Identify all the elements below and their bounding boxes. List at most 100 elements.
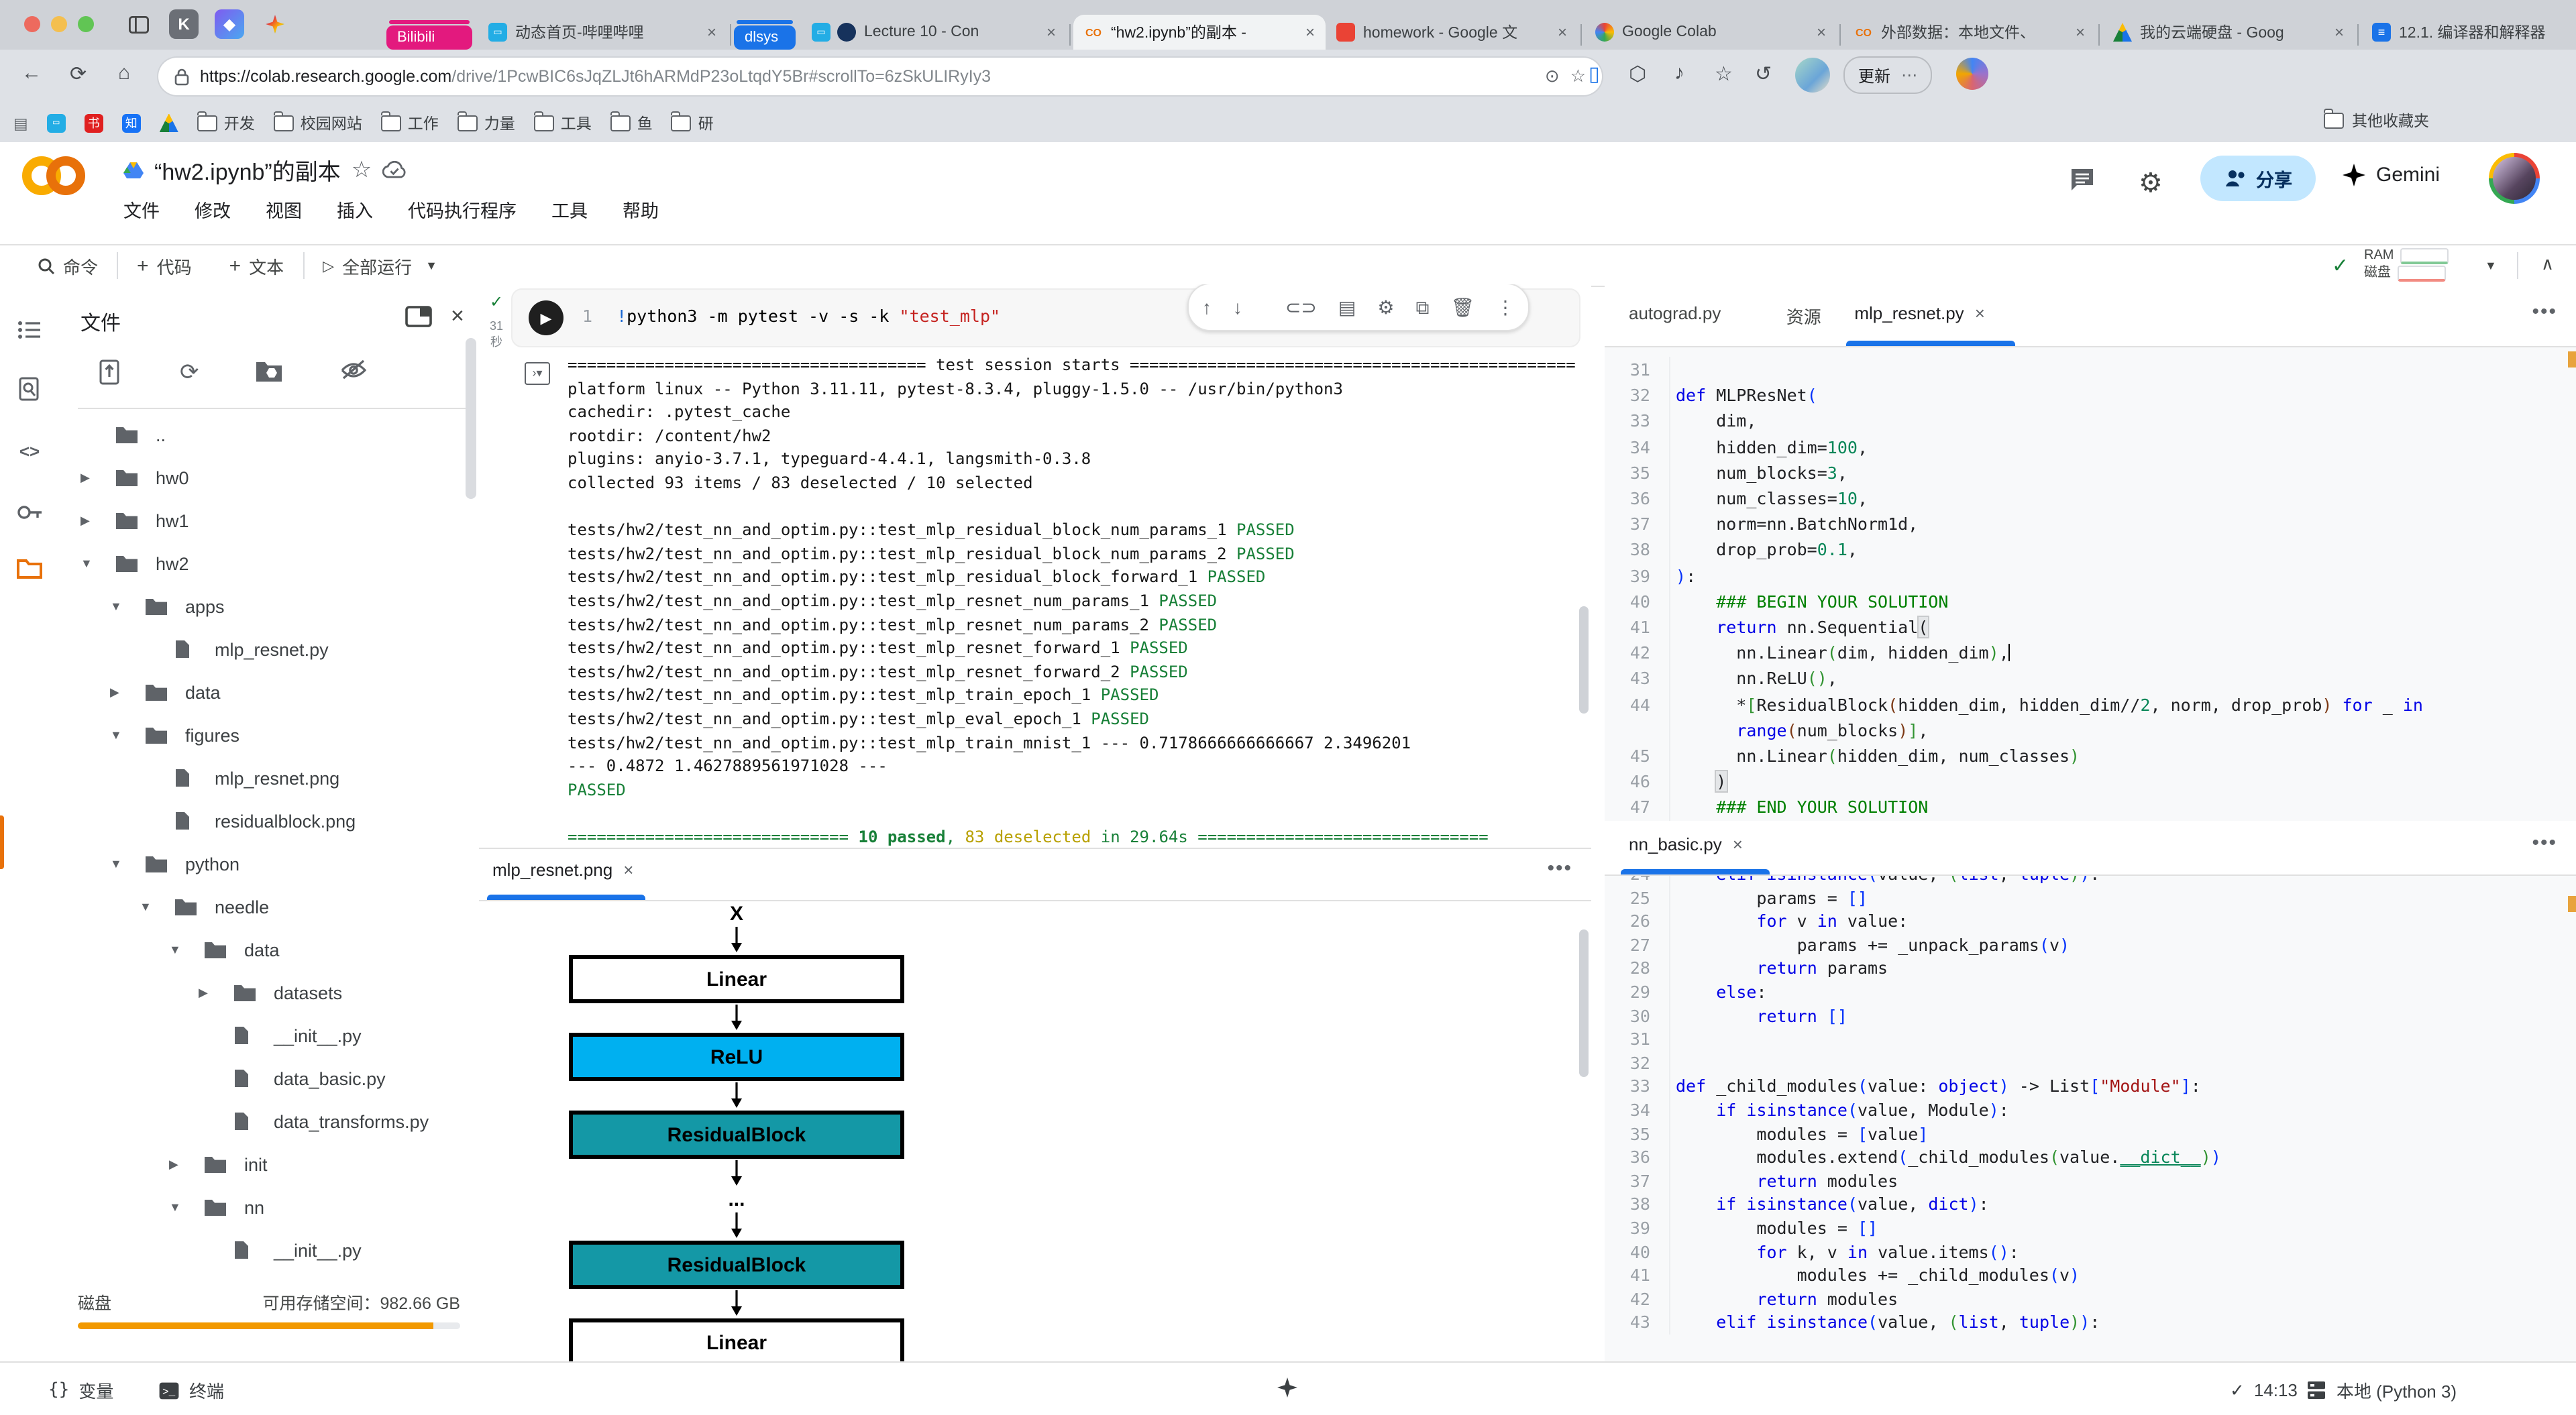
menu-插入[interactable]: 插入 xyxy=(337,196,373,223)
maximize-window-button[interactable] xyxy=(78,16,94,32)
chevron-down-icon[interactable]: ▼ xyxy=(110,857,122,870)
close-panel-icon[interactable]: × xyxy=(451,303,464,330)
sidebar-toggle-icon[interactable] xyxy=(123,9,153,39)
browser-tab[interactable]: homework - Google 文× xyxy=(1326,15,1578,50)
tab-close-icon[interactable]: × xyxy=(1817,23,1826,42)
browser-tab[interactable]: CO“hw2.ipynb”的副本 -× xyxy=(1073,15,1326,50)
chevron-down-icon[interactable]: ▼ xyxy=(80,557,93,570)
tree-row[interactable]: ▼apps xyxy=(59,585,479,628)
extension-k-icon[interactable]: K xyxy=(169,9,199,39)
menu-修改[interactable]: 修改 xyxy=(195,196,231,223)
code-line[interactable]: 29 else: xyxy=(1605,980,2563,1004)
code-line[interactable]: 42 return modules xyxy=(1605,1287,2563,1310)
link-cell-icon[interactable]: ⊂⊃ xyxy=(1285,296,1317,319)
tree-row[interactable]: mlp_resnet.py xyxy=(59,628,479,671)
bookmark-item[interactable]: 书 xyxy=(85,113,103,132)
bookmark-item[interactable] xyxy=(160,113,178,132)
gemini-bottom-icon[interactable] xyxy=(1277,1377,1297,1398)
resource-dropdown-icon[interactable]: ▼ xyxy=(2485,259,2497,272)
code-line[interactable]: 37 norm=nn.BatchNorm1d, xyxy=(1605,511,2563,536)
code-line[interactable]: 27 params += _unpack_params(v) xyxy=(1605,933,2563,957)
code-line[interactable]: 26 for v in value: xyxy=(1605,909,2563,933)
tree-row[interactable]: ▼needle xyxy=(59,885,479,928)
tab-close-icon[interactable]: × xyxy=(1558,23,1567,42)
tab-close-icon[interactable]: × xyxy=(1046,23,1056,42)
editor-tab[interactable]: nn_basic.py× xyxy=(1629,834,1743,854)
tree-row[interactable]: residualblock.png xyxy=(59,799,479,842)
code-line[interactable]: 45 nn.Linear(hidden_dim, num_classes) xyxy=(1605,743,2563,769)
editor-tab[interactable]: mlp_resnet.py× xyxy=(1854,303,1985,323)
command-palette-button[interactable]: 命令 xyxy=(19,253,117,278)
browser-tab[interactable]: ▭Lecture 10 - Con× xyxy=(801,15,1067,50)
bookmark-item[interactable]: 鱼 xyxy=(610,112,653,133)
chevron-right-icon[interactable]: ▶ xyxy=(80,470,90,485)
tree-row[interactable]: ▼python xyxy=(59,842,479,885)
comment-cell-icon[interactable]: ▤ xyxy=(1338,296,1356,319)
other-bookmarks-folder[interactable]: 其他收藏夹 xyxy=(2324,110,2429,131)
menu-帮助[interactable]: 帮助 xyxy=(623,196,659,223)
code-line[interactable]: 25 params = [] xyxy=(1605,886,2563,909)
search-icon[interactable] xyxy=(13,373,46,405)
tree-row[interactable]: ▶init xyxy=(59,1143,479,1186)
comments-icon[interactable] xyxy=(2069,166,2096,193)
chevron-down-icon[interactable]: ▼ xyxy=(110,600,122,613)
code-line[interactable]: 38 if isinstance(value, dict): xyxy=(1605,1193,2563,1216)
toc-icon[interactable] xyxy=(13,314,46,346)
bookmark-item[interactable]: ▤ xyxy=(13,113,28,132)
code-line[interactable]: 43 nn.ReLU(), xyxy=(1605,666,2563,691)
variables-button[interactable]: {}变量 xyxy=(48,1377,113,1403)
bookmark-item[interactable]: 知 xyxy=(122,113,141,132)
tree-row[interactable]: __init__.py xyxy=(59,1014,479,1057)
popout-panel-icon[interactable] xyxy=(405,306,432,327)
history-icon[interactable]: ↺ xyxy=(1755,62,1772,86)
tab-close-icon[interactable]: × xyxy=(2076,23,2085,42)
move-cell-up-icon[interactable]: ↑ xyxy=(1202,296,1212,318)
browser-tab[interactable]: CO外部数据：本地文件、× xyxy=(1843,15,2096,50)
code-line[interactable]: 43 elif isinstance(value, (list, tuple))… xyxy=(1605,1311,2563,1335)
tree-row[interactable]: data_transforms.py xyxy=(59,1100,479,1143)
browser-tab[interactable]: ≡12.1. 编译器和解释器× xyxy=(2361,15,2576,50)
home-icon[interactable]: ⌂ xyxy=(118,62,130,84)
close-editor-tab-icon[interactable]: × xyxy=(1733,834,1743,854)
code-line[interactable]: 32def MLPResNet( xyxy=(1605,382,2563,408)
chevron-down-icon[interactable]: ▼ xyxy=(140,900,152,913)
tree-scrollbar[interactable] xyxy=(466,338,476,499)
bookmark-item[interactable]: 工作 xyxy=(381,112,439,133)
tab-close-icon[interactable]: × xyxy=(2334,23,2344,42)
gemini-spark-icon[interactable] xyxy=(260,9,290,39)
reload-icon[interactable]: ⟳ xyxy=(70,62,87,86)
code-line[interactable]: 31 xyxy=(1605,1027,2563,1051)
code-line[interactable]: 42 nn.Linear(dim, hidden_dim), xyxy=(1605,640,2563,665)
close-image-tab-icon[interactable]: × xyxy=(623,860,633,880)
tab-close-icon[interactable]: × xyxy=(1305,23,1315,42)
code-line[interactable]: 39 modules = [] xyxy=(1605,1216,2563,1240)
code-line[interactable]: 39): xyxy=(1605,563,2563,588)
chevron-right-icon[interactable]: ▶ xyxy=(110,685,119,699)
image-scrollbar[interactable] xyxy=(1579,929,1589,1077)
image-panel-more-icon[interactable]: ••• xyxy=(1547,857,1572,880)
code-line[interactable]: 33def _child_modules(value: object) -> L… xyxy=(1605,1075,2563,1098)
code-line[interactable]: 34 if isinstance(value, Module): xyxy=(1605,1098,2563,1122)
menu-视图[interactable]: 视图 xyxy=(266,196,302,223)
code-line[interactable]: 34 hidden_dim=100, xyxy=(1605,434,2563,459)
code-line[interactable]: 35 num_blocks=3, xyxy=(1605,460,2563,486)
menu-代码执行程序[interactable]: 代码执行程序 xyxy=(408,196,517,223)
run-cell-button[interactable]: ▶ xyxy=(529,300,564,335)
gemini-button[interactable]: Gemini xyxy=(2343,164,2440,186)
back-icon[interactable]: ← xyxy=(21,62,42,84)
upload-file-icon[interactable] xyxy=(99,359,123,386)
mirror-cell-icon[interactable]: ⧉ xyxy=(1415,296,1429,319)
bookmark-item[interactable]: 研 xyxy=(672,112,714,133)
media-icon[interactable]: ♪ xyxy=(1674,62,1684,84)
editor-tab[interactable]: 资源 xyxy=(1786,303,1821,329)
code-line[interactable]: 37 return modules xyxy=(1605,1169,2563,1192)
bookmark-star-icon[interactable]: ☆ xyxy=(1570,66,1586,87)
browser-tab[interactable]: ▭动态首页-哔哩哔哩× xyxy=(478,15,727,50)
tree-row[interactable]: data_basic.py xyxy=(59,1057,479,1100)
files-folder-icon[interactable] xyxy=(13,553,46,585)
workspace-icon[interactable]: ◆ xyxy=(215,9,244,39)
code-line[interactable]: 47 ### END YOUR SOLUTION xyxy=(1605,795,2563,820)
minimize-window-button[interactable] xyxy=(51,16,67,32)
delete-cell-icon[interactable]: 🗑 xyxy=(1450,296,1474,319)
code-line[interactable]: 33 dim, xyxy=(1605,408,2563,434)
